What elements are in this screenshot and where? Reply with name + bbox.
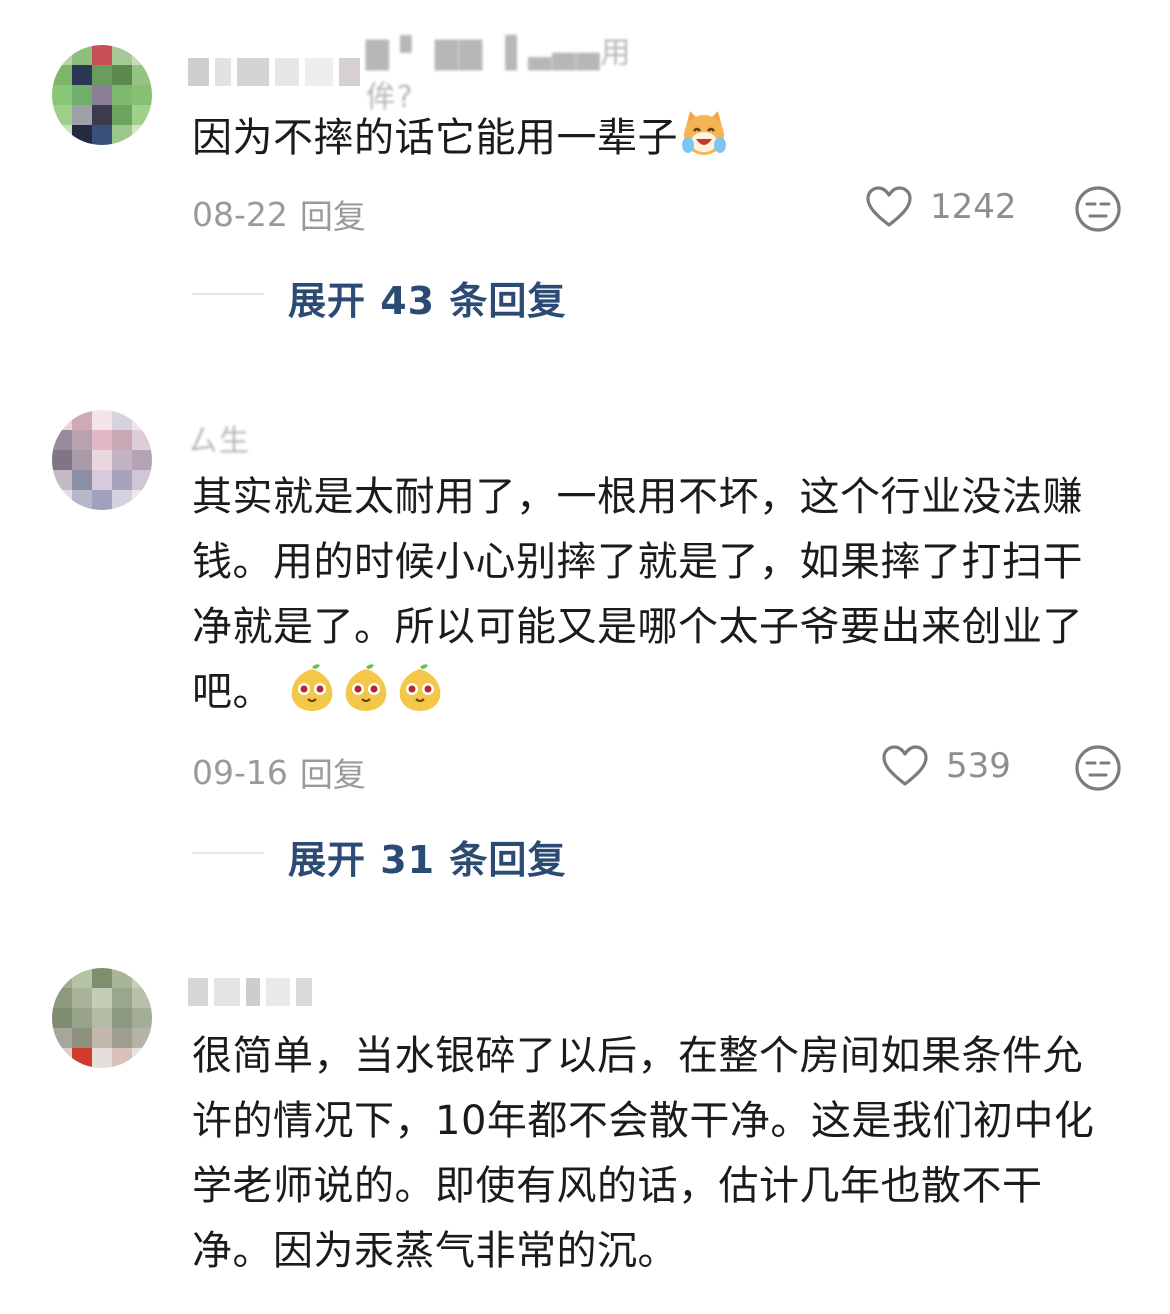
- username-text: ▇ ▘ ▇▇ ▐ ▃▄▄用侔?: [365, 36, 632, 115]
- blurred-name-block: [274, 58, 300, 86]
- blurred-name-block: [266, 978, 290, 1006]
- blurred-name-block: [188, 58, 209, 86]
- blurred-name-block: [214, 978, 240, 1006]
- blurred-name-block: [246, 978, 260, 1006]
- avatar[interactable]: [52, 410, 152, 510]
- dislike-face-icon[interactable]: [1074, 185, 1122, 233]
- reply-button[interactable]: 回复: [300, 190, 366, 238]
- laughing-cat-emoji: [682, 111, 726, 155]
- comment-content: 因为不摔的话它能用一辈子: [192, 106, 1102, 171]
- avatar[interactable]: [52, 968, 152, 1068]
- blurred-name-block: [237, 58, 269, 86]
- heart-icon: [882, 745, 928, 786]
- comment-date: 09-16: [192, 752, 288, 792]
- divider: [192, 852, 264, 854]
- comment-content: 其实就是太耐用了，一根用不坏，这个行业没法赚钱。用的时候小心别摔了就是了，如果摔…: [192, 465, 1102, 725]
- blurred-name-block: [188, 978, 208, 1006]
- blurred-name-block: [305, 58, 334, 86]
- pear-face-emoji: [399, 664, 441, 711]
- like-count: 539: [946, 746, 1011, 786]
- heart-icon: [866, 186, 912, 227]
- like-count: 1242: [930, 187, 1017, 227]
- username[interactable]: [188, 972, 658, 1012]
- blurred-name-block: [214, 58, 232, 86]
- like-button[interactable]: 1242: [866, 186, 1017, 228]
- pear-face-emoji: [345, 664, 387, 711]
- comment-content: 很简单，当水银碎了以后，在整个房间如果条件允许的情况下，10年都不会散干净。这是…: [192, 1024, 1102, 1284]
- username[interactable]: ㄙ生: [188, 418, 658, 459]
- avatar[interactable]: [52, 45, 152, 145]
- pear-face-emoji: [291, 664, 333, 711]
- dislike-face-icon[interactable]: [1074, 744, 1122, 792]
- expand-replies-button[interactable]: 展开 31 条回复: [288, 829, 566, 884]
- divider: [192, 293, 264, 295]
- reply-button[interactable]: 回复: [300, 748, 366, 796]
- comment-text: 因为不摔的话它能用一辈子: [192, 115, 678, 161]
- blurred-name-block: [339, 58, 360, 86]
- expand-replies-button[interactable]: 展开 43 条回复: [288, 270, 566, 325]
- comment-date: 08-22: [192, 194, 288, 234]
- comment-meta: 08-22 回复: [192, 190, 366, 238]
- comment-meta: 09-16 回复: [192, 748, 366, 796]
- username-text: ㄙ生: [188, 424, 250, 459]
- username[interactable]: ▇ ▘ ▇▇ ▐ ▃▄▄用侔?: [188, 36, 658, 115]
- comment-text: 很简单，当水银碎了以后，在整个房间如果条件允许的情况下，10年都不会散干净。这是…: [192, 1033, 1095, 1274]
- blurred-name-block: [296, 978, 312, 1006]
- like-button[interactable]: 539: [882, 745, 1011, 787]
